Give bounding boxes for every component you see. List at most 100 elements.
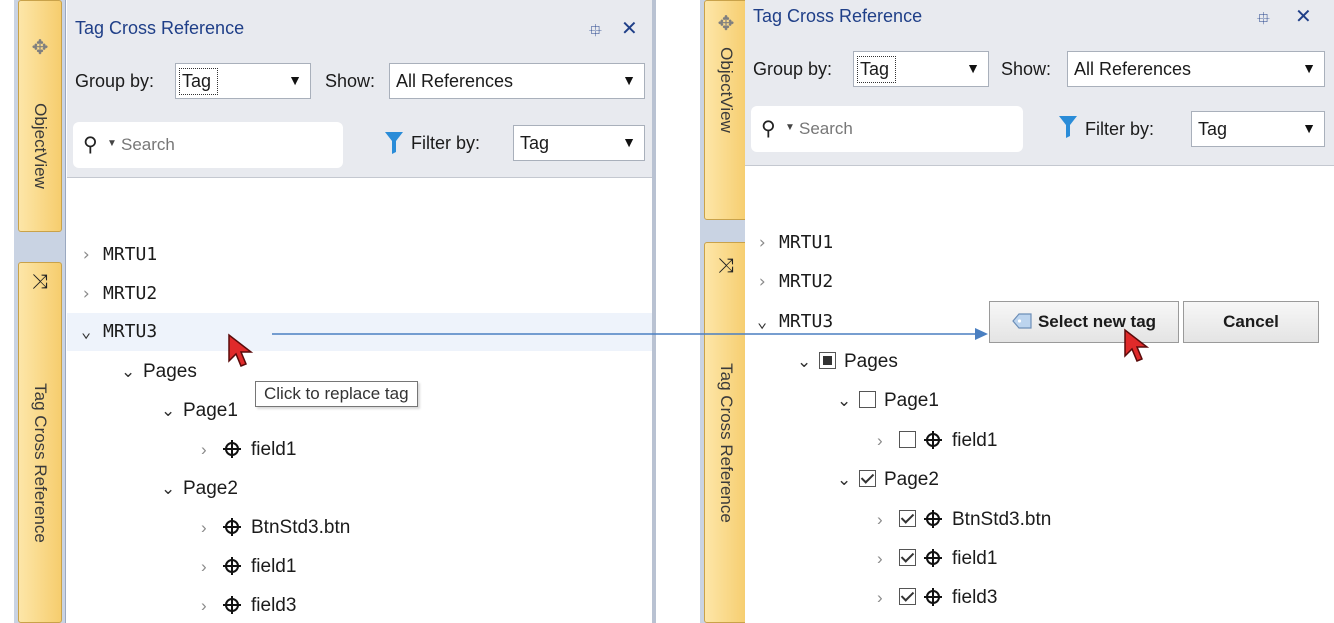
pin-icon[interactable]: ⯐ xyxy=(1257,6,1270,35)
show-select[interactable]: All References ▼ xyxy=(1067,51,1325,87)
tooltip: Click to replace tag xyxy=(255,381,418,407)
group-by-select[interactable]: Tag ▼ xyxy=(853,51,989,87)
tree-item-field1[interactable]: › field1 xyxy=(201,548,296,586)
chevron-right-icon[interactable]: › xyxy=(201,587,223,623)
tag-cross-reference-panel: Tag Cross Reference ⯐ ✕ Group by: Tag ▼ … xyxy=(67,0,652,623)
tree-item-field1[interactable]: › field1 xyxy=(877,422,997,460)
chevron-right-icon[interactable]: › xyxy=(877,501,899,539)
tree-item-mrtu3[interactable]: ⌄ MRTU3 xyxy=(757,303,833,341)
field1-checkbox[interactable] xyxy=(899,431,916,448)
tree-item-pages[interactable]: ⌄ Pages xyxy=(121,353,197,391)
filter-by-label: Filter by: xyxy=(411,133,481,153)
field1-checkbox[interactable] xyxy=(899,549,916,566)
chevron-down-icon[interactable]: ⌄ xyxy=(161,470,183,508)
tree-item-page1[interactable]: ⌄ Page1 xyxy=(161,392,238,430)
tree-item-label: field3 xyxy=(251,595,297,616)
tree-item-label: MRTU2 xyxy=(103,283,158,304)
tree-item-page2[interactable]: ⌄ Page2 xyxy=(837,461,939,499)
chevron-right-icon[interactable]: › xyxy=(757,224,779,262)
chevron-down-icon: ▼ xyxy=(785,122,795,133)
page2-checkbox[interactable] xyxy=(859,470,876,487)
target-icon xyxy=(924,510,942,528)
tree-item-label: MRTU3 xyxy=(779,311,834,332)
chevron-down-icon[interactable]: ⌄ xyxy=(81,313,103,351)
tree-item-page2[interactable]: ⌄ Page2 xyxy=(161,470,238,508)
search-box[interactable]: ⚲ ▼ Search xyxy=(73,122,343,168)
tree-item-label: MRTU3 xyxy=(103,321,158,342)
search-input[interactable]: Search xyxy=(121,135,175,155)
tree-item-page1[interactable]: ⌄ Page1 xyxy=(837,382,939,420)
close-icon[interactable]: ✕ xyxy=(1295,4,1312,29)
panel-header: Tag Cross Reference ⯐ ✕ Group by: Tag ▼ … xyxy=(67,0,652,178)
chevron-down-icon[interactable]: ⌄ xyxy=(837,461,859,499)
show-label: Show: xyxy=(1001,59,1052,79)
tree-item-field3[interactable]: › field3 xyxy=(201,587,296,623)
show-label: Show: xyxy=(325,71,376,91)
chevron-down-icon[interactable]: ⌄ xyxy=(797,343,819,381)
panel-title: Tag Cross Reference xyxy=(753,6,923,26)
tree-item-btnstd3[interactable]: › BtnStd3.btn xyxy=(201,509,350,547)
group-by-select[interactable]: Tag ▼ xyxy=(175,63,311,99)
tree-item-mrtu2[interactable]: › MRTU2 xyxy=(757,263,833,301)
tree-item-mrtu1[interactable]: › MRTU1 xyxy=(757,224,833,262)
tree-item-label: Pages xyxy=(143,361,197,382)
objectview-tab[interactable]: ✥ ObjectView xyxy=(18,0,62,232)
filter-by-select[interactable]: Tag ▼ xyxy=(513,125,645,161)
tree-item-mrtu2[interactable]: › MRTU2 xyxy=(81,275,157,313)
chevron-right-icon[interactable]: › xyxy=(877,540,899,578)
show-value: All References xyxy=(396,71,514,91)
chevron-down-icon[interactable]: ⌄ xyxy=(757,303,779,341)
tree-item-mrtu3[interactable]: ⌄ MRTU3 xyxy=(67,313,652,351)
tree-item-field1[interactable]: › field1 xyxy=(877,540,997,578)
search-box[interactable]: ⚲ ▼ Search xyxy=(751,106,1023,152)
mouse-cursor-icon xyxy=(1124,328,1150,362)
chevron-down-icon: ▼ xyxy=(107,138,117,149)
chevron-down-icon: ▼ xyxy=(1302,60,1316,76)
chevron-down-icon[interactable]: ⌄ xyxy=(837,382,859,420)
chevron-right-icon[interactable]: › xyxy=(81,236,103,274)
filter-by-select[interactable]: Tag ▼ xyxy=(1191,111,1325,147)
cancel-button[interactable]: Cancel xyxy=(1183,301,1319,343)
chevron-right-icon[interactable]: › xyxy=(877,422,899,460)
filter-by-value: Tag xyxy=(520,133,550,153)
tree-item-field3[interactable]: › field3 xyxy=(877,579,997,617)
chevron-right-icon[interactable]: › xyxy=(201,548,223,586)
tag-tree: › MRTU1 › MRTU2 ⌄ MRTU3 Select new tag Canc… xyxy=(745,167,1334,623)
tree-item-pages[interactable]: ⌄ Pages xyxy=(797,343,898,381)
chevron-right-icon[interactable]: › xyxy=(81,275,103,313)
chevron-right-icon[interactable]: › xyxy=(757,263,779,301)
show-value: All References xyxy=(1074,59,1192,79)
objectview-tab[interactable]: ✥ ObjectView xyxy=(704,0,748,220)
tree-item-label: field1 xyxy=(251,556,297,577)
panel-header: Tag Cross Reference ⯐ ✕ Group by: Tag ▼ … xyxy=(745,0,1334,166)
chevron-right-icon[interactable]: › xyxy=(201,431,223,469)
show-select[interactable]: All References ▼ xyxy=(389,63,645,99)
page1-checkbox[interactable] xyxy=(859,391,876,408)
tree-item-mrtu1[interactable]: › MRTU1 xyxy=(81,236,157,274)
chevron-right-icon[interactable]: › xyxy=(877,579,899,617)
search-input[interactable]: Search xyxy=(799,119,853,139)
field3-checkbox[interactable] xyxy=(899,588,916,605)
chevron-down-icon[interactable]: ⌄ xyxy=(121,353,143,391)
close-icon[interactable]: ✕ xyxy=(621,16,638,41)
tag-tree: › MRTU1 › MRTU2 ⌄ MRTU3 ⌄ Pages ⌄ Page1 › fiel… xyxy=(67,179,652,623)
group-by-label: Group by: xyxy=(75,71,155,91)
filter-icon xyxy=(1059,116,1077,138)
tag-cross-reference-tab[interactable]: ⤨ Tag Cross Reference xyxy=(704,242,748,623)
chevron-down-icon[interactable]: ⌄ xyxy=(161,392,183,430)
target-icon xyxy=(924,549,942,567)
tag-cross-reference-tab[interactable]: ⤨ Tag Cross Reference xyxy=(18,262,62,623)
btnstd3-checkbox[interactable] xyxy=(899,510,916,527)
tag-cross-reference-tab-label: Tag Cross Reference xyxy=(31,382,50,543)
filter-by-label: Filter by: xyxy=(1085,119,1155,139)
chevron-right-icon[interactable]: › xyxy=(201,509,223,547)
chevron-down-icon: ▼ xyxy=(622,134,636,150)
panel-border xyxy=(652,0,656,623)
tree-item-field1[interactable]: › field1 xyxy=(201,431,296,469)
tree-item-btnstd3[interactable]: › BtnStd3.btn xyxy=(877,501,1051,539)
puzzle-icon: ✥ xyxy=(717,13,735,35)
objectview-tab-label: ObjectView xyxy=(31,103,50,189)
pages-checkbox[interactable] xyxy=(819,352,836,369)
chevron-down-icon: ▼ xyxy=(622,72,636,88)
pin-icon[interactable]: ⯐ xyxy=(589,18,602,47)
